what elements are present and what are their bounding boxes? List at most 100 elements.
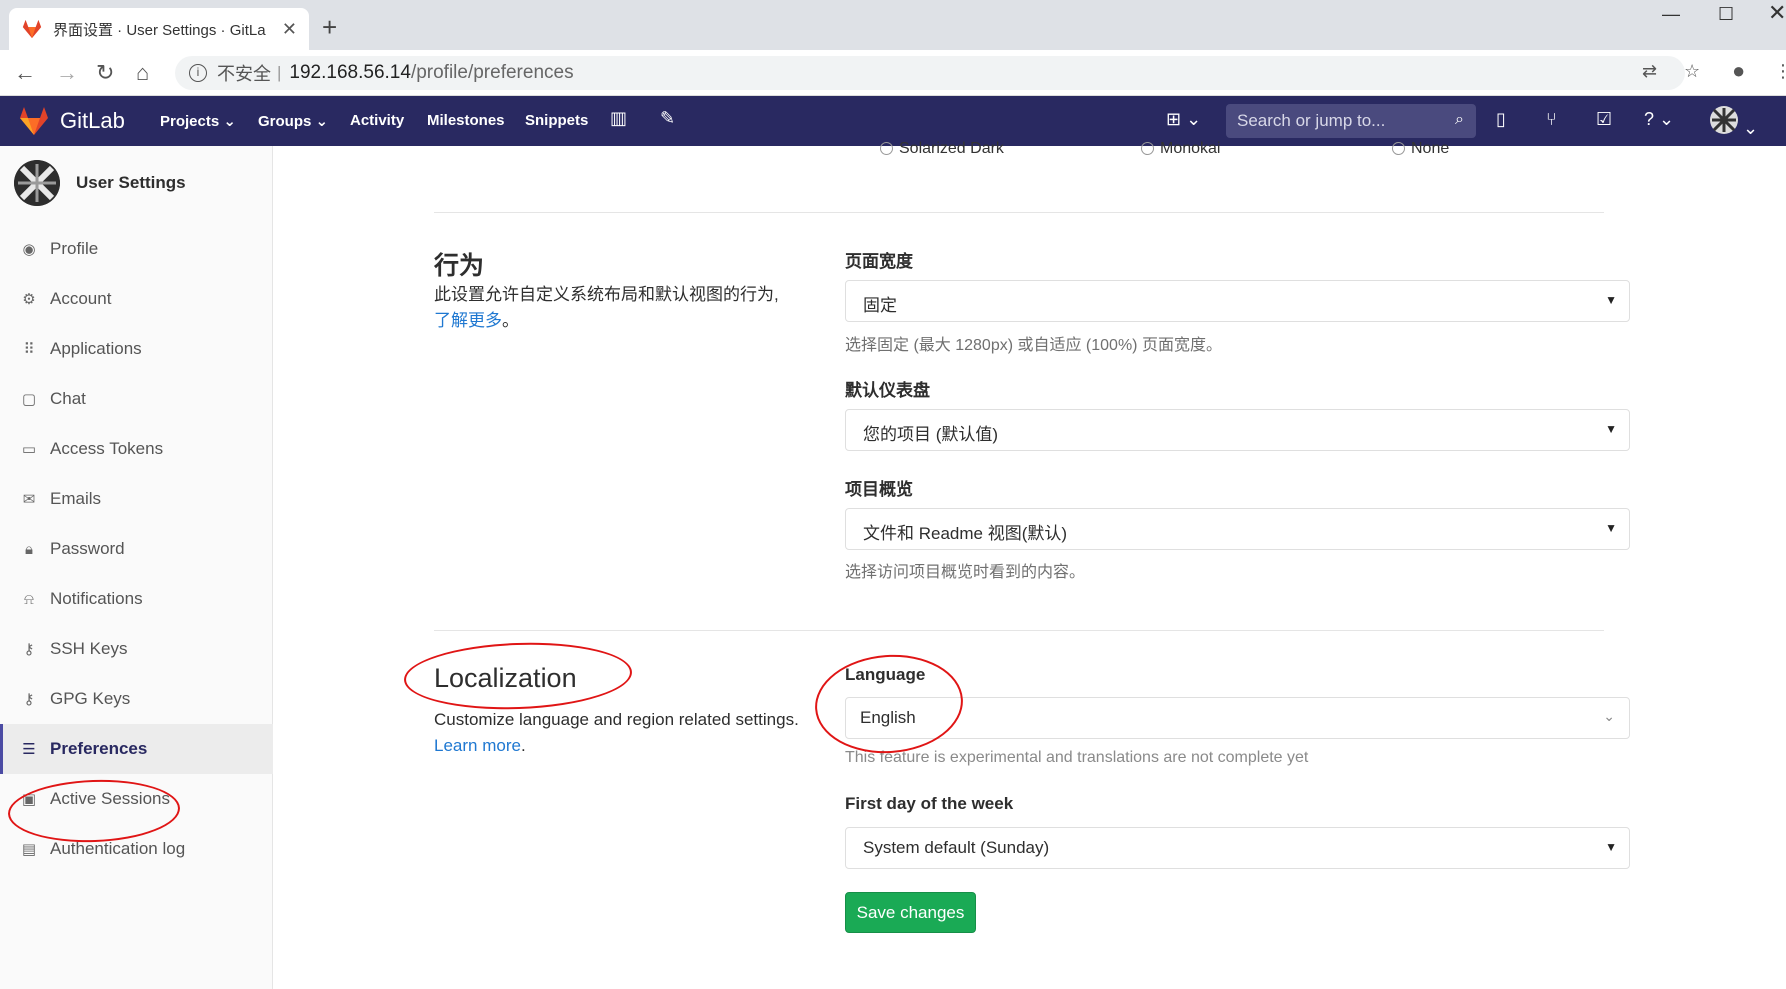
sidebar-item-applications[interactable]: ⠿ Applications xyxy=(0,324,273,374)
translate-icon[interactable]: ⇄ xyxy=(1642,61,1657,82)
browser-menu-icon[interactable]: ⋮ xyxy=(1774,61,1786,82)
theme-option-monokai[interactable]: Monokai xyxy=(1141,140,1220,158)
dashboard-label: 默认仪表盘 xyxy=(845,381,930,400)
forward-icon[interactable]: → xyxy=(56,60,78,86)
save-changes-button[interactable]: Save changes xyxy=(845,892,976,933)
merge-request-icon[interactable]: ⑂ xyxy=(1546,109,1557,130)
behavior-section-description: 此设置允许自定义系统布局和默认视图的行为, 了解更多。 xyxy=(434,285,779,330)
account-icon: ⚙ xyxy=(22,291,36,308)
browser-account-icon[interactable]: ● xyxy=(1732,58,1745,84)
layout-width-label: 页面宽度 xyxy=(845,252,913,271)
sidebar-item-access-tokens[interactable]: ▭ Access Tokens xyxy=(0,424,273,474)
sidebar-item-account[interactable]: ⚙ Account xyxy=(0,274,273,324)
chat-icon: ▢ xyxy=(21,391,37,408)
nav-milestones[interactable]: Milestones xyxy=(427,112,505,129)
first-day-select[interactable]: System default (Sunday) ▼ xyxy=(845,827,1630,869)
tab-title: 界面设置 · User Settings · GitLa xyxy=(53,21,266,39)
project-view-help: 选择访问项目概览时看到的内容。 xyxy=(845,564,1086,581)
window-close-icon[interactable]: ✕ xyxy=(1768,0,1786,26)
sidebar-header[interactable]: User Settings xyxy=(14,160,186,206)
search-input[interactable]: Search or jump to... ⌕ xyxy=(1226,104,1476,138)
gitlab-logo-icon[interactable] xyxy=(18,106,50,136)
sidebar-title: User Settings xyxy=(76,173,186,192)
home-icon[interactable]: ⌂ xyxy=(136,60,149,86)
lock-icon: 🔒︎ xyxy=(25,540,33,558)
behavior-section-title: 行为 xyxy=(434,252,485,280)
maximize-icon[interactable]: ☐ xyxy=(1718,4,1734,25)
profile-icon: ◉ xyxy=(22,241,36,258)
sliders-icon: ☰ xyxy=(22,741,36,758)
dropdown-caret-icon: ▼ xyxy=(1605,521,1617,535)
dropdown-caret-icon: ▼ xyxy=(1605,840,1617,854)
bell-icon: ⍾ xyxy=(24,590,34,608)
nav-snippets[interactable]: Snippets xyxy=(525,112,588,129)
divider xyxy=(434,630,1604,631)
language-label: Language xyxy=(845,665,926,684)
email-icon: ✉ xyxy=(22,491,36,508)
project-view-select[interactable]: 文件和 Readme 视图(默认) ▼ xyxy=(845,508,1630,550)
user-avatar-menu[interactable]: ⌄ xyxy=(1710,106,1758,139)
sidebar-item-chat[interactable]: ▢ Chat xyxy=(0,374,273,424)
address-bar: ← → ↻ ⌂ i 不安全 | 192.168.56.14 /profile/p… xyxy=(0,50,1786,96)
first-day-label: First day of the week xyxy=(845,794,1014,813)
url-field[interactable]: i 不安全 | 192.168.56.14 /profile/preferenc… xyxy=(175,56,1685,90)
language-select[interactable]: English ⌄ xyxy=(845,697,1630,739)
tab-close-icon[interactable]: ✕ xyxy=(282,19,297,40)
key-icon: ⚷ xyxy=(23,691,35,708)
info-icon[interactable]: i xyxy=(189,64,207,82)
sidebar-toggle-icon[interactable]: ▯ xyxy=(1496,109,1506,130)
nav-activity[interactable]: Activity xyxy=(350,112,404,129)
gitlab-navbar: GitLab Projects ⌄ Groups ⌄ Activity Mile… xyxy=(0,96,1786,146)
reload-icon[interactable]: ↻ xyxy=(96,60,114,86)
nav-projects[interactable]: Projects ⌄ xyxy=(160,112,236,130)
divider xyxy=(434,212,1604,213)
url-separator: | xyxy=(277,63,282,82)
sidebar-item-preferences[interactable]: ☰ Preferences xyxy=(0,724,273,774)
key-icon: ⚷ xyxy=(23,641,35,658)
layout-width-select[interactable]: 固定 ▼ xyxy=(845,280,1630,322)
nav-groups[interactable]: Groups ⌄ xyxy=(258,112,328,130)
sidebar-item-ssh-keys[interactable]: ⚷ SSH Keys xyxy=(0,624,273,674)
theme-option-none[interactable]: None xyxy=(1392,140,1449,158)
gitlab-brand[interactable]: GitLab xyxy=(60,108,125,134)
user-avatar xyxy=(1710,106,1738,134)
localization-section-description: Customize language and region related se… xyxy=(434,710,799,755)
chevron-down-icon: ⌄ xyxy=(1603,708,1615,724)
sidebar-item-profile[interactable]: ◉ Profile xyxy=(0,224,273,274)
sidebar-item-password[interactable]: 🔒︎ Password xyxy=(0,524,273,574)
bookmark-star-icon[interactable]: ☆ xyxy=(1684,61,1700,82)
main-content: Solarized Dark Monokai None 行为 此设置允许自定义系… xyxy=(273,140,1786,989)
wrench-icon[interactable]: ✎ xyxy=(660,108,675,129)
browser-tab-bar: 界面设置 · User Settings · GitLa ✕ + — ☐ ✕ xyxy=(0,0,1786,50)
sidebar-item-emails[interactable]: ✉ Emails xyxy=(0,474,273,524)
browser-tab[interactable]: 界面设置 · User Settings · GitLa ✕ xyxy=(9,8,309,50)
language-help: This feature is experimental and transla… xyxy=(845,749,1309,766)
dashboard-select[interactable]: 您的项目 (默认值) ▼ xyxy=(845,409,1630,451)
gitlab-favicon-icon xyxy=(22,19,42,39)
dropdown-caret-icon: ▼ xyxy=(1605,293,1617,307)
sidebar-item-gpg-keys[interactable]: ⚷ GPG Keys xyxy=(0,674,273,724)
back-icon[interactable]: ← xyxy=(14,60,36,86)
search-icon: ⌕ xyxy=(1455,111,1464,128)
settings-sidebar: User Settings ◉ Profile ⚙ Account ⠿ Applica… xyxy=(0,146,273,989)
new-tab-button[interactable]: + xyxy=(322,12,337,43)
sidebar-item-authentication-log[interactable]: ▤ Authentication log xyxy=(0,824,273,874)
log-icon: ▤ xyxy=(21,841,37,858)
sidebar-item-active-sessions[interactable]: ▣ Active Sessions xyxy=(0,774,273,824)
project-view-label: 项目概览 xyxy=(845,480,913,499)
behavior-learn-more-link[interactable]: 了解更多 xyxy=(434,311,502,330)
localization-section-title: Localization xyxy=(434,663,577,693)
minimize-icon[interactable]: — xyxy=(1662,4,1680,25)
monitor-icon: ▣ xyxy=(21,791,37,808)
chart-icon[interactable]: ▥ xyxy=(610,108,627,129)
security-status: 不安全 xyxy=(217,64,271,84)
todo-icon[interactable]: ☑ xyxy=(1596,109,1612,130)
url-path: /profile/preferences xyxy=(410,62,574,83)
layout-width-help: 选择固定 (最大 1280px) 或自适应 (100%) 页面宽度。 xyxy=(845,337,1222,354)
applications-icon: ⠿ xyxy=(23,341,35,358)
help-icon[interactable]: ? ⌄ xyxy=(1644,109,1674,130)
localization-learn-more-link[interactable]: Learn more xyxy=(434,736,521,755)
plus-square-icon[interactable]: ⊞ ⌄ xyxy=(1166,109,1201,130)
theme-option-solarized-dark[interactable]: Solarized Dark xyxy=(880,140,1004,158)
sidebar-item-notifications[interactable]: ⍾ Notifications xyxy=(0,574,273,624)
